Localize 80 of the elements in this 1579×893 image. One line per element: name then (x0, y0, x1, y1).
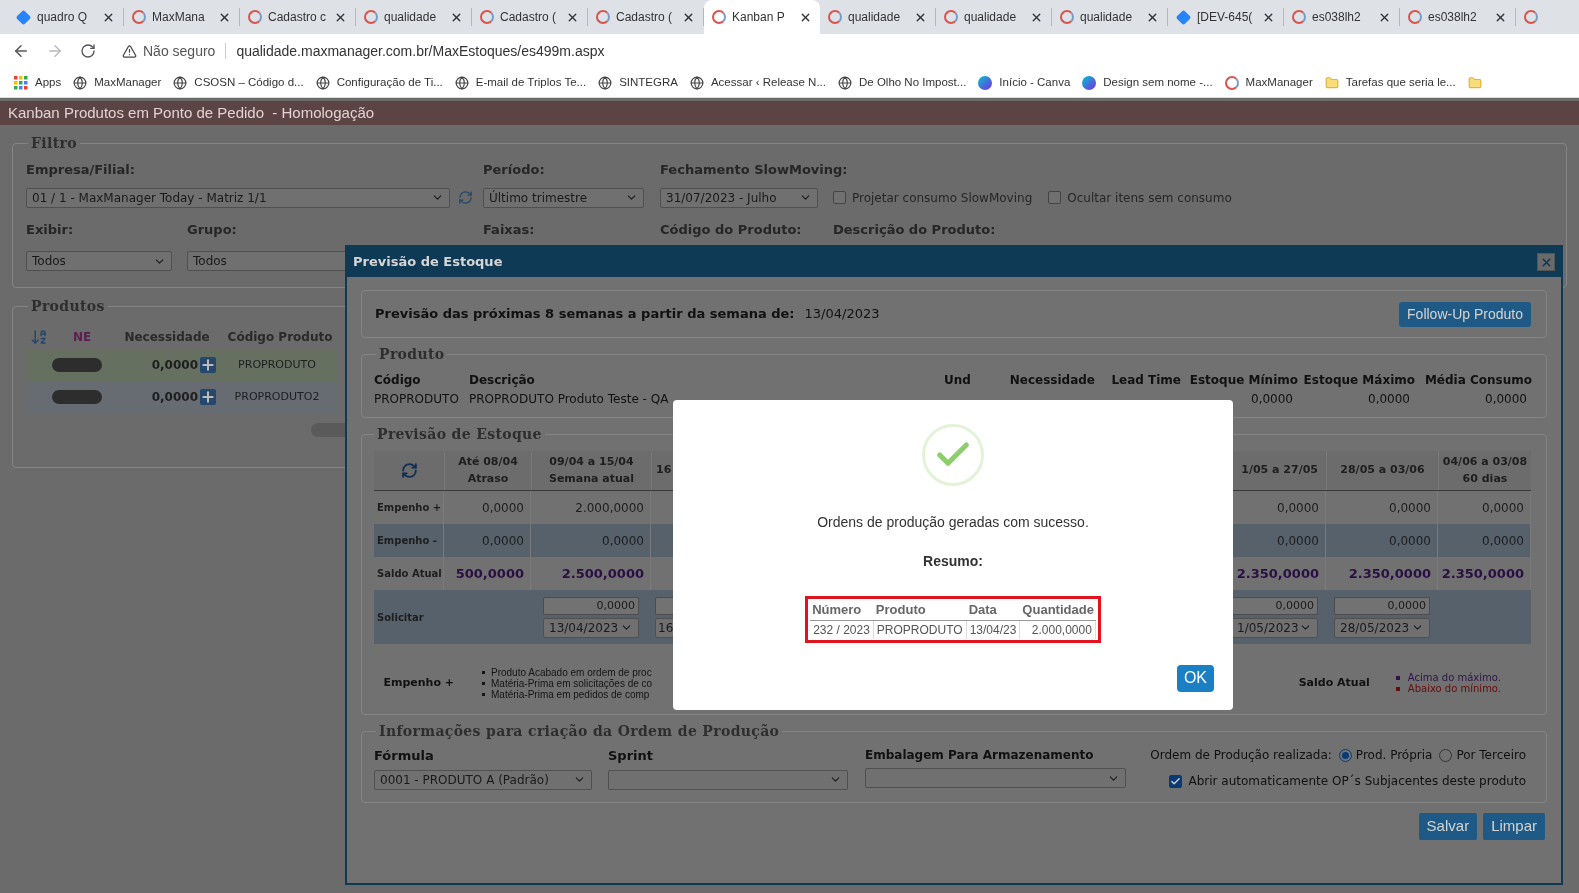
tab-title: Cadastro c (268, 9, 327, 26)
table-cell: 2.000,0000 (1020, 620, 1096, 639)
column-header: Und (944, 372, 972, 389)
checkbox-label: Projetar consumo SlowMoving (852, 189, 1033, 207)
checkbox-label: Ocultar itens sem consumo (1067, 189, 1232, 207)
field-label: Código do Produto: (660, 220, 803, 239)
column-header: Necessidade (1008, 372, 1095, 389)
column-header: Até 08/04 Atraso (444, 451, 531, 490)
column-header: Código (374, 372, 422, 389)
row-label: Solicitar (376, 610, 425, 625)
field-label: Embalagem Para Armazenamento (865, 747, 1095, 764)
tab-title: Kanban P (732, 9, 785, 26)
table-cell-text: 0,0000 (150, 357, 198, 374)
radio-label: Prod. Própria (1355, 747, 1433, 764)
column-header: 09/04 a 15/04 Semana atual (531, 451, 651, 490)
table-cell: 0,0000 (1368, 392, 1410, 406)
tab-title: qualidade (848, 9, 901, 26)
column-header: Lead Time (1110, 372, 1181, 389)
column-header: Média Consumo (1423, 372, 1532, 389)
url-text: qualidade.maxmanager.com.br/MaxEstoques/es499m.aspx (236, 41, 605, 61)
tab-title: Cadastro ( (500, 9, 557, 26)
header-label: Previsão das próximas 8 semanas a partir da semana de: (375, 305, 795, 324)
section-legend: Filtro (28, 133, 80, 154)
column-header: Data (966, 600, 1021, 621)
field-label: Descrição do Produto: (833, 220, 996, 239)
field-label: Fechamento SlowMoving: (660, 161, 848, 179)
column-header: 04/06 a 03/08 60 dias (1438, 451, 1531, 490)
column-header: Estoque Mínimo (1188, 372, 1298, 389)
tab-title: es038lh2 (1428, 9, 1477, 26)
legend-title: Saldo Atual (1298, 674, 1370, 691)
table-cell: PROPRODUTO (873, 620, 967, 639)
field-label: Fórmula (374, 747, 435, 765)
table-cell: 232 / 2023 (810, 620, 874, 639)
tab-title: qualidade (964, 9, 1017, 26)
table-cell: 0,0000 (1251, 392, 1293, 406)
field-label: Sprint (608, 747, 654, 765)
legend-item: Abaixo do mínimo. (1407, 683, 1501, 694)
table-cell-text: 0,0000 (150, 389, 198, 406)
table-cell: 13/04/23 (966, 620, 1021, 639)
column-header: Quantidade (1020, 600, 1096, 621)
column-header: 16 (656, 462, 672, 479)
table-cell: PROPRODUTO (374, 392, 459, 406)
section-legend: Previsão de Estoque (374, 424, 545, 445)
tab-title: [DEV-645( (1197, 9, 1253, 26)
column-header: Estoque Máximo (1302, 372, 1415, 389)
section-legend: Informações para criação da Ordem de Produção (376, 721, 783, 742)
tab-title: Cadastro ( (616, 9, 673, 26)
table-cell: PROPRODUTO Produto Teste - QA (469, 392, 669, 406)
field-label: Empresa/Filial: (26, 161, 136, 179)
field-label: Faixas: (483, 220, 536, 239)
table-cell-text: PROPRODUTO (237, 356, 317, 373)
column-header: Descrição (469, 372, 536, 389)
field-label: Grupo: (187, 220, 238, 239)
table-cell-text: PROPRODUTO2 (233, 388, 321, 405)
field-label: Ordem de Produção realizada: (1150, 747, 1332, 764)
summary-label: Resumo: (923, 552, 983, 571)
field-label: Exibir: (26, 220, 75, 239)
legend-item: Produto Acabado em ordem de proc (491, 666, 652, 678)
section-legend: Produto (376, 344, 448, 365)
security-label: Não seguro (143, 41, 216, 61)
radio-label: Por Terceiro (1456, 747, 1526, 764)
column-header: Produto (873, 600, 967, 621)
tab-title: qualidade (1080, 9, 1133, 26)
legend-title: Empenho + (382, 674, 454, 691)
column-header: Número (810, 600, 874, 621)
checkbox-label: Abrir automaticamente OP´s Subjacentes deste produto (1188, 773, 1526, 790)
success-message: Ordens de produção geradas com sucesso. (817, 513, 1089, 532)
tab-title: MaxMana (152, 9, 205, 26)
table-cell: 0,0000 (1485, 392, 1527, 406)
section-legend: Produtos (28, 296, 108, 317)
page-title: Kanban Produtos em Ponto de Pedido - Homologação (8, 102, 375, 123)
week-date: 13/04/2023 (804, 305, 880, 324)
legend-item: Matéria-Prima em solicitações de co (491, 677, 653, 689)
tab-title: es038lh2 (1312, 9, 1361, 26)
field-label: Período: (483, 161, 546, 179)
column-header: 28/05 a 03/06 (1326, 451, 1438, 490)
tab-title: qualidade (384, 9, 437, 26)
legend-item: Acima do máximo. (1407, 672, 1501, 683)
tab-title: quadro Q (37, 9, 88, 26)
legend-item: Matéria-Prima em pedidos de comp (491, 688, 650, 700)
